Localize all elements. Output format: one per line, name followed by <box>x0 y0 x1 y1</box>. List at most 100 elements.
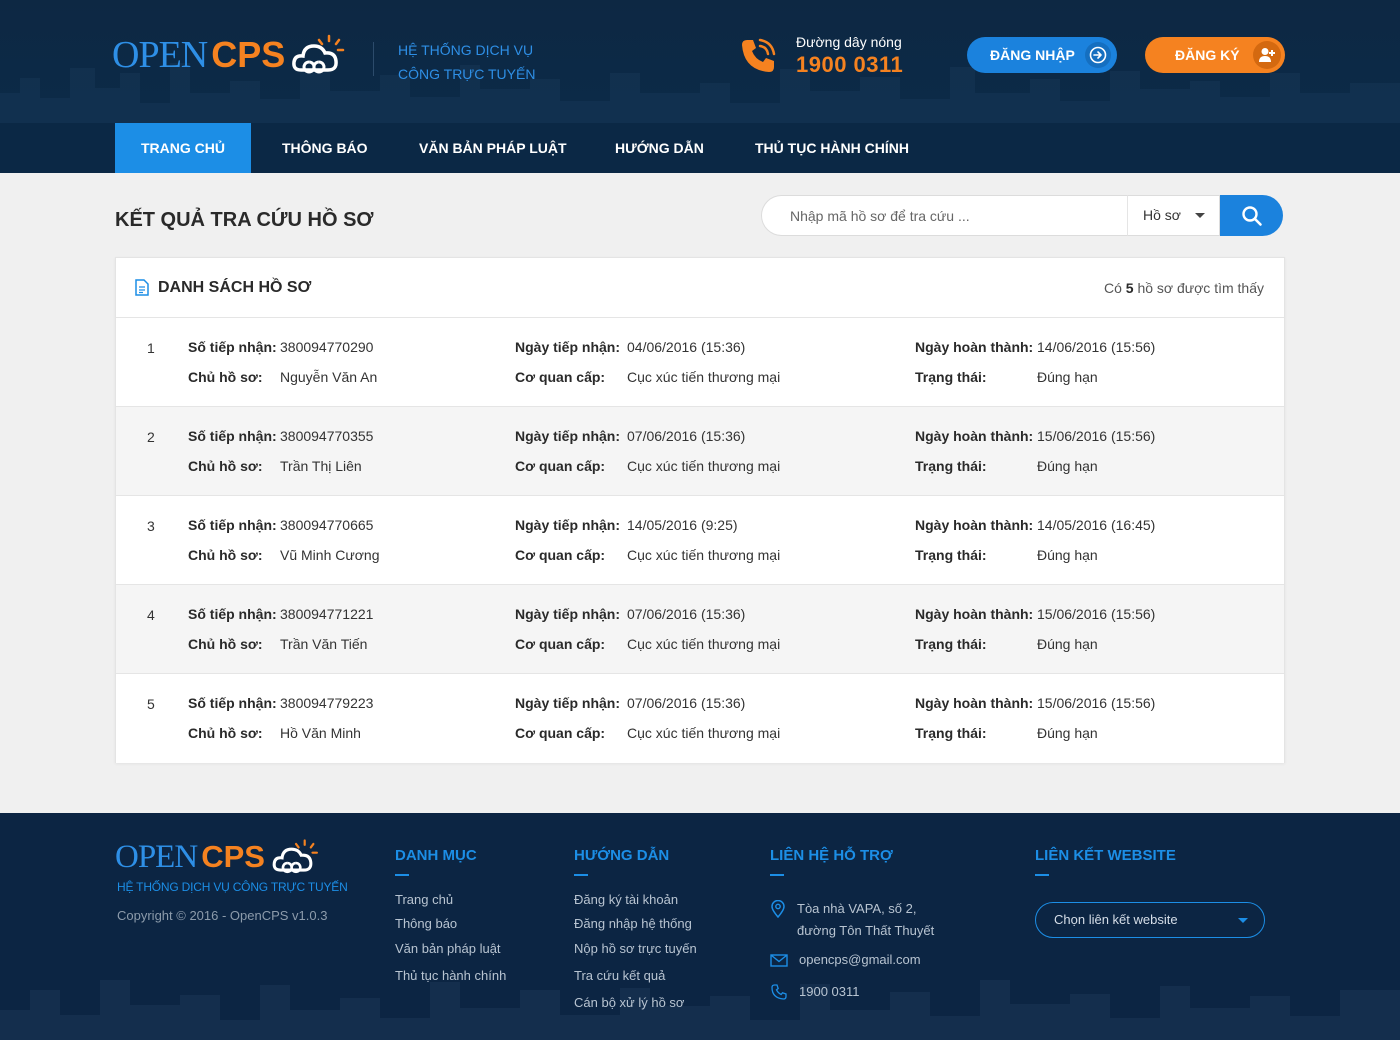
chevron-down-icon <box>1238 918 1248 923</box>
search-bar: Hồ sơ <box>761 195 1283 236</box>
status-label: Trạng thái: <box>915 458 987 474</box>
support-phone[interactable]: 1900 0311 <box>799 981 860 1003</box>
footer-title-underline <box>395 874 409 876</box>
city-skyline-decoration <box>0 980 1400 1040</box>
record-row[interactable]: 4 Số tiếp nhận: 380094771221 Chủ hồ sơ: Trần… <box>116 585 1284 674</box>
owner-value: Nguyễn Văn An <box>280 369 378 385</box>
received-date-value: 14/05/2016 (9:25) <box>627 517 738 533</box>
receipt-no-value: 380094779223 <box>280 695 374 711</box>
login-button-label: ĐĂNG NHẬP <box>990 47 1075 63</box>
record-row[interactable]: 1 Số tiếp nhận: 380094770290 Chủ hồ sơ: Nguy… <box>116 318 1284 407</box>
status-label: Trạng thái: <box>915 725 987 741</box>
add-user-icon <box>1253 41 1281 69</box>
completed-date-value: 14/06/2016 (15:56) <box>1037 339 1156 355</box>
agency-value: Cục xúc tiến thương mại <box>627 458 781 474</box>
received-date-label: Ngày tiếp nhận: <box>515 428 621 444</box>
search-type-select[interactable]: Hồ sơ <box>1127 195 1220 236</box>
website-link-select[interactable]: Chọn liên kết website <box>1035 902 1265 938</box>
receipt-no-label: Số tiếp nhận: <box>188 517 277 533</box>
site-logo[interactable]: OPEN CPS <box>112 30 347 80</box>
logo-text-cps: CPS <box>211 34 286 75</box>
agency-label: Cơ quan cấp: <box>515 547 606 563</box>
main-content: KẾT QUẢ TRA CỨU HỒ SƠ Hồ sơ DANH SÁCH HỒ… <box>0 173 1400 813</box>
owner-value: Trần Văn Tiến <box>280 636 368 652</box>
footer-link-home[interactable]: Trang chủ <box>395 892 453 907</box>
received-date-label: Ngày tiếp nhận: <box>515 606 621 622</box>
result-count-prefix: Có <box>1103 280 1122 296</box>
footer-link-legal-documents[interactable]: Văn bản pháp luật <box>395 941 501 956</box>
footer-title-underline <box>770 874 784 876</box>
footer-title-underline <box>574 874 588 876</box>
receipt-no-value: 380094771221 <box>280 606 374 622</box>
document-icon <box>135 279 149 296</box>
agency-value: Cục xúc tiến thương mại <box>627 725 781 741</box>
site-tagline: HỆ THỐNG DỊCH VỤ CÔNG TRỰC TUYẾN <box>398 38 535 86</box>
record-index: 1 <box>147 340 155 356</box>
completed-date-label: Ngày hoàn thành: <box>915 517 1034 533</box>
search-input[interactable] <box>761 195 1127 236</box>
agency-label: Cơ quan cấp: <box>515 636 606 652</box>
received-date-value: 07/06/2016 (15:36) <box>627 428 746 444</box>
received-date-label: Ngày tiếp nhận: <box>515 517 621 533</box>
nav-item-legal-documents[interactable]: VĂN BẢN PHÁP LUẬT <box>419 123 567 173</box>
nav-item-administrative-procedures[interactable]: THỦ TỤC HÀNH CHÍNH <box>755 123 909 173</box>
agency-label: Cơ quan cấp: <box>515 725 606 741</box>
record-index: 5 <box>147 696 155 712</box>
phone-ringing-icon <box>742 38 776 72</box>
tagline-line-1: HỆ THỐNG DỊCH VỤ <box>398 42 534 58</box>
website-link-select-value: Chọn liên kết website <box>1054 912 1178 927</box>
footer-link-administrative-procedures[interactable]: Thủ tục hành chính <box>395 968 506 983</box>
nav-item-guides[interactable]: HƯỚNG DẪN <box>615 123 704 173</box>
agency-value: Cục xúc tiến thương mại <box>627 547 781 563</box>
status-value: Đúng hạn <box>1037 369 1098 385</box>
page-title: KẾT QUẢ TRA CỨU HỒ SƠ <box>115 209 374 231</box>
support-address: Tòa nhà VAPA, số 2, đường Tôn Thất Thuyế… <box>797 898 934 942</box>
receipt-no-value: 380094770665 <box>280 517 374 533</box>
footer-link-submit-online[interactable]: Nộp hồ sơ trực tuyến <box>574 941 697 956</box>
footer-tagline: HỆ THỐNG DỊCH VỤ CÔNG TRỰC TUYẾN <box>117 880 348 894</box>
main-navigation: TRANG CHỦ THÔNG BÁO VĂN BẢN PHÁP LUẬT HƯ… <box>0 123 1400 173</box>
search-button[interactable] <box>1220 195 1283 236</box>
footer-link-officer-processing[interactable]: Cán bộ xử lý hồ sơ <box>574 995 684 1010</box>
record-row[interactable]: 3 Số tiếp nhận: 380094770665 Chủ hồ sơ: Vũ M… <box>116 496 1284 585</box>
status-value: Đúng hạn <box>1037 547 1098 563</box>
footer-logo[interactable]: OPEN CPS <box>115 837 321 877</box>
owner-label: Chủ hồ sơ: <box>188 725 263 741</box>
footer-links-title: LIÊN KẾT WEBSITE <box>1035 847 1176 864</box>
tagline-line-2: CÔNG TRỰC TUYẾN <box>398 66 536 82</box>
footer-title-underline <box>1035 874 1049 876</box>
completed-date-value: 15/06/2016 (15:56) <box>1037 606 1156 622</box>
nav-item-home[interactable]: TRANG CHỦ <box>115 123 251 173</box>
agency-value: Cục xúc tiến thương mại <box>627 636 781 652</box>
status-value: Đúng hạn <box>1037 636 1098 652</box>
completed-date-value: 15/06/2016 (15:56) <box>1037 695 1156 711</box>
support-address-line-1: Tòa nhà VAPA, số 2, <box>797 901 917 916</box>
record-index: 4 <box>147 607 155 623</box>
search-icon <box>1241 205 1262 226</box>
footer-link-register-account[interactable]: Đăng ký tài khoản <box>574 892 678 907</box>
footer-link-login-system[interactable]: Đăng nhập hệ thống <box>574 916 692 931</box>
agency-value: Cục xúc tiến thương mại <box>627 369 781 385</box>
support-email[interactable]: opencps@gmail.com <box>799 949 921 971</box>
hotline-number[interactable]: 1900 0311 <box>796 52 903 78</box>
record-row[interactable]: 5 Số tiếp nhận: 380094779223 Chủ hồ sơ: Hồ V… <box>116 674 1284 763</box>
logo-text-open: OPEN <box>112 34 208 76</box>
sign-in-icon <box>1085 42 1111 68</box>
status-value: Đúng hạn <box>1037 458 1098 474</box>
received-date-value: 07/06/2016 (15:36) <box>627 695 746 711</box>
cloud-logo-icon <box>272 839 318 874</box>
login-button[interactable]: ĐĂNG NHẬP <box>967 37 1117 73</box>
received-date-value: 04/06/2016 (15:36) <box>627 339 746 355</box>
register-button[interactable]: ĐĂNG KÝ <box>1145 37 1285 73</box>
result-count-value: 5 <box>1125 280 1134 296</box>
search-type-value: Hồ sơ <box>1143 207 1181 223</box>
nav-item-announcements[interactable]: THÔNG BÁO <box>282 123 368 173</box>
footer-link-announcements[interactable]: Thông báo <box>395 916 457 931</box>
footer-link-lookup-results[interactable]: Tra cứu kết quả <box>574 968 665 983</box>
site-footer: OPEN CPS HỆ THỐNG DỊCH VỤ CÔNG TRỰC TUYẾ… <box>0 813 1400 1040</box>
completed-date-value: 14/05/2016 (16:45) <box>1037 517 1156 533</box>
support-address-line-2: đường Tôn Thất Thuyết <box>797 923 935 938</box>
receipt-no-value: 380094770355 <box>280 428 374 444</box>
record-row[interactable]: 2 Số tiếp nhận: 380094770355 Chủ hồ sơ: Trần… <box>116 407 1284 496</box>
register-button-label: ĐĂNG KÝ <box>1175 47 1240 63</box>
